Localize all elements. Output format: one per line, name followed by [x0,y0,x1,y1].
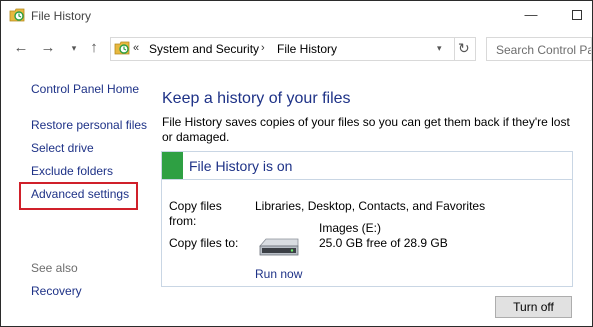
drive-icon [259,238,299,256]
forward-button[interactable]: → [39,39,57,57]
address-bar[interactable]: « System and Security › File History ▾ ↻ [110,37,476,61]
file-history-icon [114,41,130,55]
sidebar-select-drive[interactable]: Select drive [31,141,94,155]
breadcrumb-file-history[interactable]: File History [277,42,337,56]
sidebar-control-panel-home[interactable]: Control Panel Home [31,82,139,96]
breadcrumb-system-and-security[interactable]: System and Security [149,42,259,56]
advanced-settings-highlight [19,182,138,210]
address-divider [454,38,455,60]
search-placeholder: Search Control Panel [496,43,591,57]
recent-locations-button[interactable]: ▾ [65,39,83,57]
status-header: File History is on [162,152,572,180]
file-history-icon [9,8,25,22]
status-indicator [162,152,183,179]
copy-from-value: Libraries, Desktop, Contacts, and Favori… [255,199,486,213]
page-description: File History saves copies of your files … [162,115,570,144]
search-input[interactable]: Search Control Panel [486,37,592,61]
run-now-link[interactable]: Run now [255,267,302,281]
file-history-window: File History — ← → ▾ ↑ « System and Secu… [0,0,593,327]
turn-off-button[interactable]: Turn off [495,296,572,318]
maximize-button[interactable] [569,7,585,23]
navigation-bar: ← → ▾ ↑ « System and Security › File His… [1,35,592,63]
breadcrumb-overflow-icon[interactable]: « [133,42,139,54]
up-button[interactable]: ↑ [85,39,103,57]
status-panel: File History is on Copy files from: Libr… [161,151,573,287]
status-title: File History is on [189,158,293,174]
window-title: File History [31,9,92,23]
back-button[interactable]: ← [12,39,30,57]
copy-to-label: Copy files to: [169,236,239,250]
title-bar: File History — [1,1,592,31]
sidebar-recovery[interactable]: Recovery [31,284,82,298]
breadcrumb-separator-icon[interactable]: › [261,42,265,54]
maximize-icon [572,10,582,20]
address-dropdown-icon[interactable]: ▾ [437,43,442,54]
drive-name: Images (E:) [319,221,382,235]
minimize-button[interactable]: — [523,7,539,23]
see-also-heading: See also [31,261,78,275]
refresh-button[interactable]: ↻ [458,40,470,57]
drive-space: 25.0 GB free of 28.9 GB [319,236,448,250]
sidebar-restore-personal-files[interactable]: Restore personal files [31,118,147,132]
page-title: Keep a history of your files [162,90,351,107]
copy-from-label: Copy files from: [169,199,222,228]
sidebar-exclude-folders[interactable]: Exclude folders [31,164,113,178]
